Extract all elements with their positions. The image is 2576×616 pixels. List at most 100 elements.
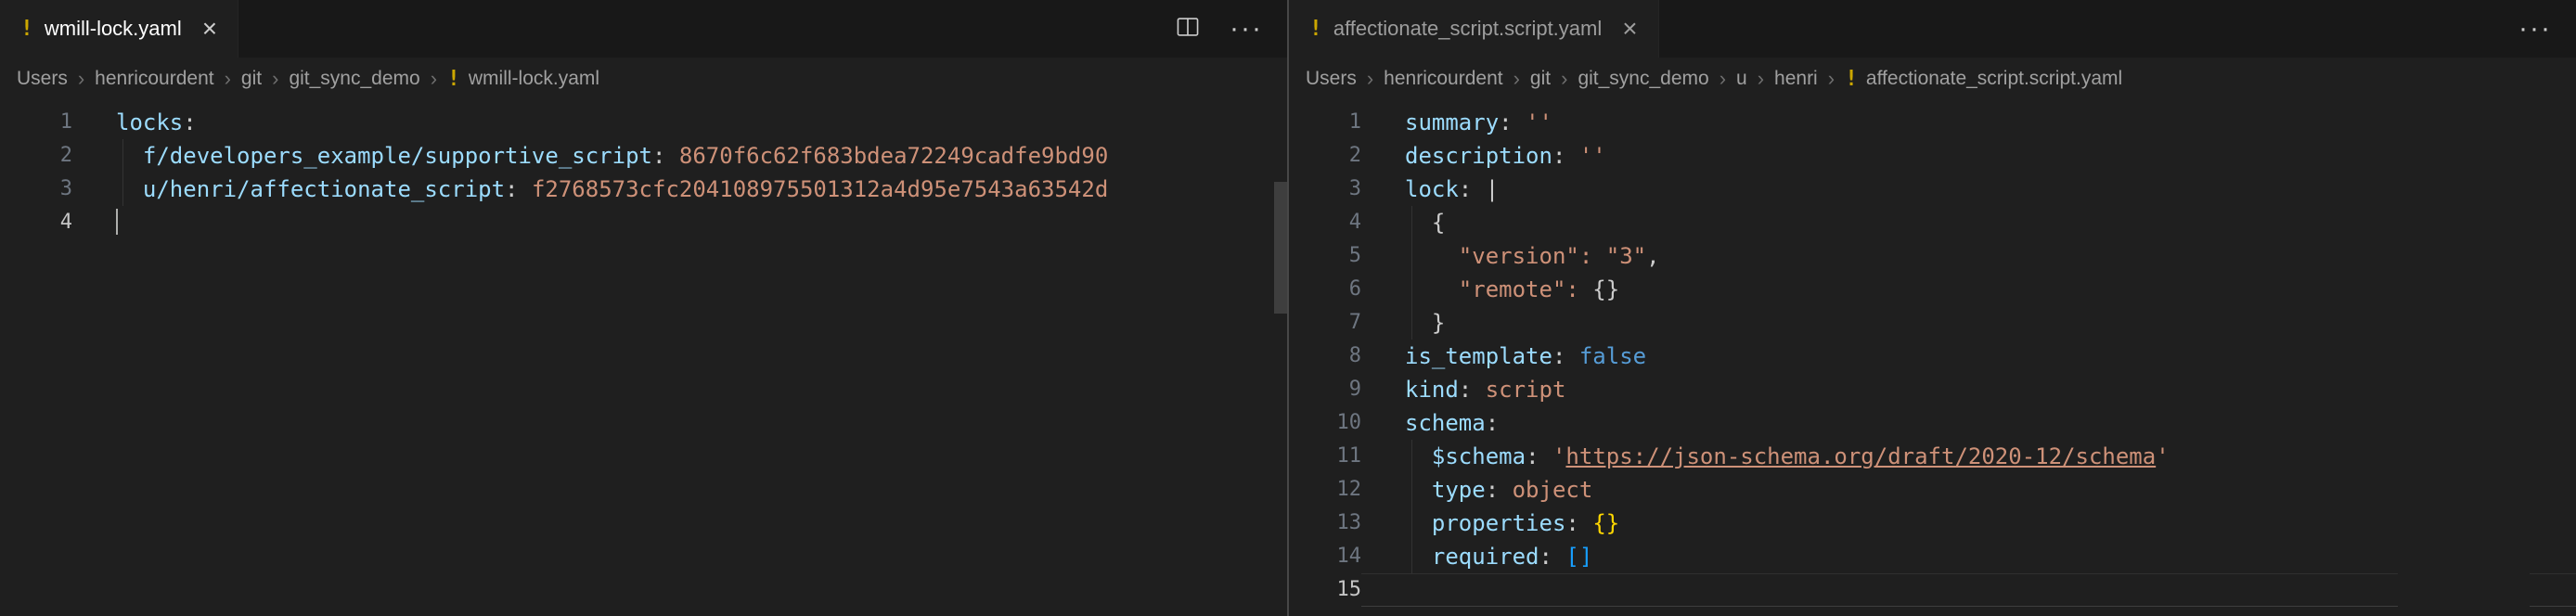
code-line: 5 "version": "3", xyxy=(1289,239,2576,273)
line-number: 3 xyxy=(0,173,72,206)
yaml-file-icon: ! xyxy=(447,67,460,91)
breadcrumb-item[interactable]: Users xyxy=(17,68,68,90)
code-text: lock: | xyxy=(1405,173,1499,206)
code-text: "version": "3", xyxy=(1405,239,1660,273)
minimap[interactable] xyxy=(2398,106,2530,616)
breadcrumb-file-label: affectionate_script.script.yaml xyxy=(1866,68,2122,90)
yaml-file-icon: ! xyxy=(1845,67,1858,91)
indent-guide xyxy=(1411,239,1412,273)
code-text: required: [] xyxy=(1405,540,1592,573)
code-line: 3 u/henri/affectionate_script: f2768573c… xyxy=(0,173,1287,206)
indent-guide xyxy=(1411,473,1412,507)
indent-guide xyxy=(1411,507,1412,540)
code-line: 11 $schema: 'https://json-schema.org/dra… xyxy=(1289,440,2576,473)
code-line: 8 is_template: false xyxy=(1289,340,2576,373)
code-text: kind: script xyxy=(1405,373,1565,406)
code-lines: 1 summary: ''2description: ''3 lock: |4 {5… xyxy=(1289,106,2576,607)
breadcrumb-item[interactable]: u xyxy=(1736,68,1747,90)
scrollbar-thumb[interactable] xyxy=(1274,182,1287,314)
line-number: 2 xyxy=(0,139,72,173)
tab-bar-right: ! affectionate_script.script.yaml × ··· xyxy=(1289,0,2576,58)
code-line: 7 } xyxy=(1289,306,2576,340)
breadcrumb-item[interactable]: henricourdent xyxy=(1384,68,1502,90)
code-text: summary: '' xyxy=(1405,106,1552,139)
chevron-right-icon: › xyxy=(225,67,231,91)
line-number: 3 xyxy=(1289,173,1361,206)
code-text: "remote": {} xyxy=(1405,273,1619,306)
editor-group-right: ! affectionate_script.script.yaml × ··· … xyxy=(1287,0,2576,616)
tab-label: wmill-lock.yaml xyxy=(45,17,182,41)
code-line: 15 xyxy=(1289,573,2576,607)
breadcrumb-file[interactable]: ! wmill-lock.yaml xyxy=(447,67,599,91)
code-lines: 1locks:2 f/developers_example/supportive… xyxy=(0,106,1287,239)
chevron-right-icon: › xyxy=(272,67,278,91)
breadcrumb-item[interactable]: henri xyxy=(1774,68,1818,90)
breadcrumb-item[interactable]: git_sync_demo xyxy=(1578,68,1708,90)
line-number: 15 xyxy=(1289,573,1361,607)
breadcrumb-item[interactable]: git_sync_demo xyxy=(289,68,419,90)
breadcrumb-item[interactable]: git xyxy=(1530,68,1551,90)
yaml-file-icon: ! xyxy=(1309,17,1322,41)
line-number: 4 xyxy=(0,206,72,239)
yaml-file-icon: ! xyxy=(20,17,33,41)
tab-affectionate-script[interactable]: ! affectionate_script.script.yaml × xyxy=(1289,0,1659,58)
code-text: is_template: false xyxy=(1405,340,1646,373)
line-number: 1 xyxy=(0,106,72,139)
code-line: 13 properties: {} xyxy=(1289,507,2576,540)
code-text: type: object xyxy=(1405,473,1592,507)
line-number: 6 xyxy=(1289,273,1361,306)
breadcrumb-item[interactable]: henricourdent xyxy=(95,68,213,90)
code-text: properties: {} xyxy=(1405,507,1619,540)
tab-wmill-lock[interactable]: ! wmill-lock.yaml × xyxy=(0,0,238,58)
breadcrumb-file-label: wmill-lock.yaml xyxy=(469,68,599,90)
minimap[interactable] xyxy=(1117,106,1265,616)
code-line: 9 kind: script xyxy=(1289,373,2576,406)
code-editor[interactable]: 1locks:2 f/developers_example/supportive… xyxy=(0,100,1287,616)
indent-guide xyxy=(1411,440,1412,473)
indent-guide xyxy=(122,173,123,206)
code-line: 3 lock: | xyxy=(1289,173,2576,206)
breadcrumb: Users›henricourdent›git›git_sync_demo›u›… xyxy=(1289,58,2576,100)
close-icon[interactable]: × xyxy=(202,16,217,42)
line-number: 1 xyxy=(1289,106,1361,139)
code-line: 2 f/developers_example/supportive_script… xyxy=(0,139,1287,173)
line-number: 9 xyxy=(1289,373,1361,406)
code-editor[interactable]: 1 summary: ''2description: ''3 lock: |4 {5… xyxy=(1289,100,2576,616)
breadcrumb-item[interactable]: git xyxy=(241,68,262,90)
line-number: 8 xyxy=(1289,340,1361,373)
chevron-right-icon: › xyxy=(1513,67,1520,91)
code-text: f/developers_example/supportive_script: … xyxy=(116,139,1108,173)
code-line: 1locks: xyxy=(0,106,1287,139)
code-text: $schema: 'https://json-schema.org/draft/… xyxy=(1405,440,2170,473)
scrollbar[interactable] xyxy=(1274,100,1287,616)
code-line: 4 { xyxy=(1289,206,2576,239)
indent-guide xyxy=(122,139,123,173)
chevron-right-icon: › xyxy=(1561,67,1567,91)
code-line: 12 type: object xyxy=(1289,473,2576,507)
tab-bar-left: ! wmill-lock.yaml × ··· xyxy=(0,0,1287,58)
code-line: 4 xyxy=(0,206,1287,239)
split-editor-icon[interactable] xyxy=(1174,15,1202,44)
code-line: 6 "remote": {} xyxy=(1289,273,2576,306)
indent-guide xyxy=(1411,540,1412,573)
breadcrumb: Users›henricourdent›git›git_sync_demo›!w… xyxy=(0,58,1287,100)
indent-guide xyxy=(1411,306,1412,340)
breadcrumb-file[interactable]: ! affectionate_script.script.yaml xyxy=(1845,67,2122,91)
code-line: 14 required: [] xyxy=(1289,540,2576,573)
chevron-right-icon: › xyxy=(431,67,437,91)
chevron-right-icon: › xyxy=(1828,67,1835,91)
close-icon[interactable]: × xyxy=(1622,16,1637,42)
editor-group-left: ! wmill-lock.yaml × ··· Users › henricourd… xyxy=(0,0,1287,616)
editor-actions-right: ··· xyxy=(2494,0,2576,58)
code-line: 10schema: xyxy=(1289,406,2576,440)
code-text: u/henri/affectionate_script: f2768573cfc… xyxy=(116,173,1108,206)
breadcrumb-item[interactable]: Users xyxy=(1306,68,1357,90)
line-number: 7 xyxy=(1289,306,1361,340)
more-actions-icon[interactable]: ··· xyxy=(2518,15,2552,43)
line-number: 4 xyxy=(1289,206,1361,239)
indent-guide xyxy=(1411,206,1412,239)
line-number: 14 xyxy=(1289,540,1361,573)
code-line: 2description: '' xyxy=(1289,139,2576,173)
more-actions-icon[interactable]: ··· xyxy=(1230,15,1263,43)
current-line-border xyxy=(1361,573,2576,607)
